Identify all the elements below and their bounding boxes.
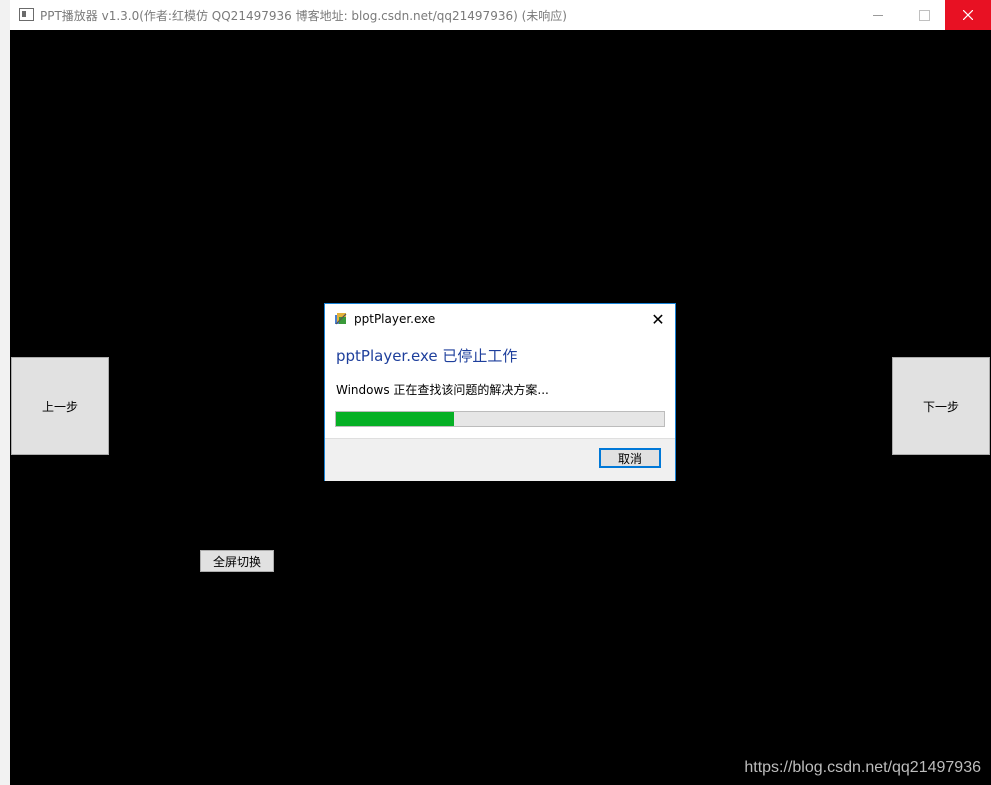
program-error-icon xyxy=(335,313,347,325)
minimize-button[interactable] xyxy=(855,0,901,30)
title-bar[interactable]: PPT播放器 v1.3.0(作者:红模仿 QQ21497936 博客地址: bl… xyxy=(10,0,991,30)
dialog-close-button[interactable]: ✕ xyxy=(647,308,669,330)
maximize-button[interactable] xyxy=(901,0,947,30)
progress-bar xyxy=(335,411,665,427)
error-dialog: pptPlayer.exe ✕ pptPlayer.exe 已停止工作 Wind… xyxy=(324,303,676,481)
app-window: PPT播放器 v1.3.0(作者:红模仿 QQ21497936 博客地址: bl… xyxy=(0,0,991,785)
maximize-icon xyxy=(918,9,930,21)
next-button[interactable]: 下一步 xyxy=(892,357,990,455)
dialog-footer: 取消 xyxy=(325,438,675,481)
dialog-status-text: Windows 正在查找该问题的解决方案... xyxy=(336,383,549,397)
window-title: PPT播放器 v1.3.0(作者:红模仿 QQ21497936 博客地址: bl… xyxy=(40,9,567,23)
dialog-heading: pptPlayer.exe 已停止工作 xyxy=(336,347,518,365)
close-icon xyxy=(963,10,973,20)
progress-fill xyxy=(336,412,455,426)
minimize-icon xyxy=(873,14,883,16)
fullscreen-toggle-button[interactable]: 全屏切换 xyxy=(200,550,274,572)
watermark: https://blog.csdn.net/qq21497936 xyxy=(744,759,981,776)
app-icon xyxy=(19,8,34,21)
prev-button[interactable]: 上一步 xyxy=(11,357,109,455)
dialog-title: pptPlayer.exe xyxy=(354,312,436,326)
close-window-button[interactable] xyxy=(945,0,991,30)
cancel-button[interactable]: 取消 xyxy=(599,448,661,468)
